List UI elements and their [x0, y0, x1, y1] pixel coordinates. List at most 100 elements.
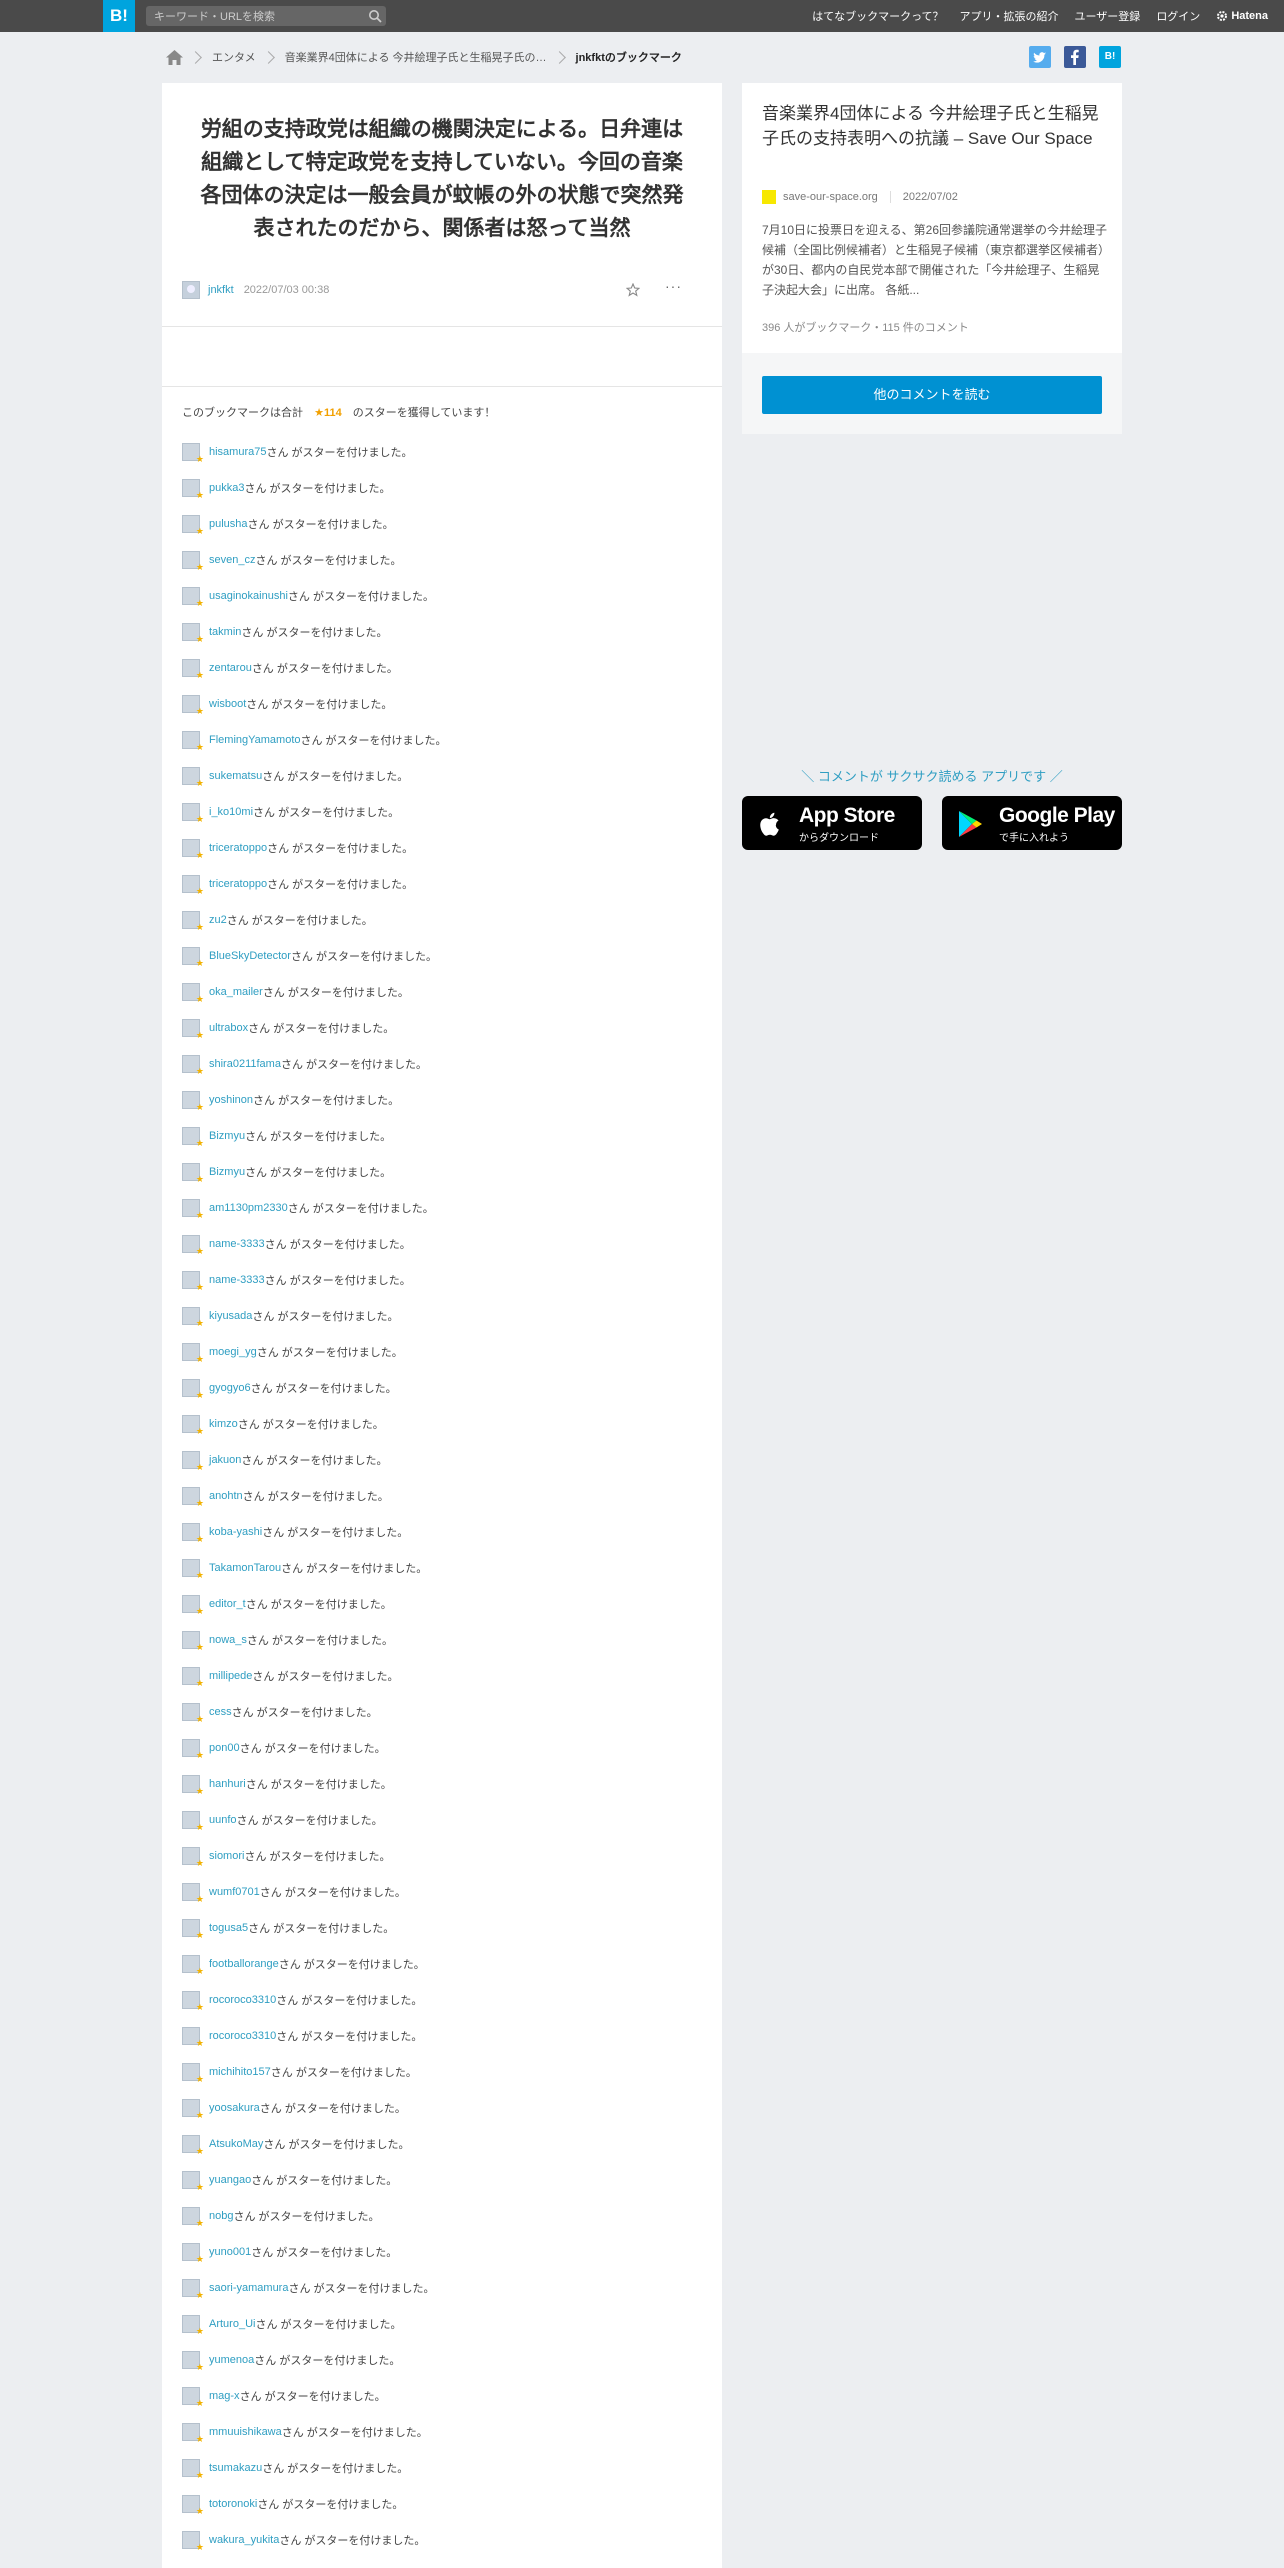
home-icon[interactable]	[166, 49, 183, 65]
avatar[interactable]: ★	[182, 2207, 204, 2228]
avatar[interactable]: ★	[182, 1739, 204, 1760]
read-more-comments-button[interactable]: 他のコメントを読む	[762, 376, 1102, 414]
star-user-link[interactable]: zu2	[209, 914, 227, 926]
star-user-link[interactable]: nobg	[209, 2210, 233, 2222]
avatar[interactable]: ★	[182, 2063, 204, 2084]
star-user-link[interactable]: wisboot	[209, 698, 246, 710]
star-user-link[interactable]: pon00	[209, 1742, 240, 1754]
avatar[interactable]: ★	[182, 1307, 204, 1328]
star-user-link[interactable]: siomori	[209, 1850, 244, 1862]
star-user-link[interactable]: rocoroco3310	[209, 1994, 276, 2006]
avatar[interactable]: ★	[182, 695, 204, 716]
star-user-link[interactable]: AtsukoMay	[209, 2138, 263, 2150]
nav-login[interactable]: ログイン	[1156, 8, 1200, 24]
avatar[interactable]: ★	[182, 1847, 204, 1868]
avatar[interactable]: ★	[182, 2351, 204, 2372]
avatar[interactable]: ★	[182, 1235, 204, 1256]
star-user-link[interactable]: gyogyo6	[209, 1382, 251, 1394]
avatar[interactable]: ★	[182, 1451, 204, 1472]
star-user-link[interactable]: Arturo_Ui	[209, 2318, 255, 2330]
avatar[interactable]: ★	[182, 1667, 204, 1688]
star-user-link[interactable]: yoosakura	[209, 2102, 260, 2114]
star-user-link[interactable]: mag-x	[209, 2390, 240, 2402]
more-options-button[interactable]: ···	[665, 278, 682, 294]
avatar[interactable]: ★	[182, 947, 204, 968]
star-user-link[interactable]: am1130pm2330	[209, 1202, 288, 1214]
google-play-button[interactable]: Google Play で手に入れよう	[942, 796, 1122, 850]
avatar[interactable]: ★	[182, 551, 204, 572]
avatar[interactable]: ★	[182, 515, 204, 536]
search-input[interactable]	[152, 6, 356, 28]
avatar[interactable]: ★	[182, 2135, 204, 2156]
avatar[interactable]: ★	[182, 2315, 204, 2336]
avatar[interactable]: ★	[182, 1919, 204, 1940]
avatar[interactable]: ★	[182, 659, 204, 680]
star-user-link[interactable]: anohtn	[209, 1490, 243, 1502]
star-user-link[interactable]: yuno001	[209, 2246, 251, 2258]
avatar[interactable]: ★	[182, 875, 204, 896]
avatar[interactable]: ★	[182, 1595, 204, 1616]
avatar[interactable]: ★	[182, 983, 204, 1004]
star-user-link[interactable]: Bizmyu	[209, 1130, 245, 1142]
star-user-link[interactable]: oka_mailer	[209, 986, 263, 998]
avatar[interactable]: ★	[182, 767, 204, 788]
star-user-link[interactable]: togusa5	[209, 1922, 248, 1934]
star-user-link[interactable]: footballorange	[209, 1958, 279, 1970]
star-user-link[interactable]: cess	[209, 1706, 232, 1718]
avatar[interactable]: ★	[182, 1559, 204, 1580]
entry-title[interactable]: 音楽業界4団体による 今井絵理子氏と生稲晃子氏の支持表明への抗議 – Save …	[762, 101, 1107, 151]
nav-register[interactable]: ユーザー登録	[1075, 8, 1141, 24]
star-user-link[interactable]: yuangao	[209, 2174, 251, 2186]
star-user-link[interactable]: FlemingYamamoto	[209, 734, 301, 746]
star-user-link[interactable]: TakamonTarou	[209, 1562, 281, 1574]
star-user-link[interactable]: tsumakazu	[209, 2462, 262, 2474]
star-user-link[interactable]: Bizmyu	[209, 1166, 245, 1178]
facebook-share-button[interactable]	[1064, 46, 1086, 68]
star-user-link[interactable]: BlueSkyDetector	[209, 950, 291, 962]
avatar[interactable]: ★	[182, 623, 204, 644]
avatar[interactable]: ★	[182, 1775, 204, 1796]
star-user-link[interactable]: pukka3	[209, 482, 244, 494]
star-user-link[interactable]: jakuon	[209, 1454, 241, 1466]
avatar[interactable]: ★	[182, 1163, 204, 1184]
star-user-link[interactable]: name-3333	[209, 1238, 265, 1250]
avatar[interactable]: ★	[182, 2387, 204, 2408]
avatar[interactable]: ★	[182, 1199, 204, 1220]
avatar[interactable]: ★	[182, 731, 204, 752]
bookmark-user-link[interactable]: jnkfkt	[208, 284, 234, 296]
star-user-link[interactable]: wumf0701	[209, 1886, 260, 1898]
star-user-link[interactable]: hisamura75	[209, 446, 266, 458]
avatar[interactable]: ★	[182, 1271, 204, 1292]
avatar[interactable]: ★	[182, 1019, 204, 1040]
star-user-link[interactable]: takmin	[209, 626, 241, 638]
avatar[interactable]: ★	[182, 1991, 204, 2012]
avatar[interactable]: ★	[182, 803, 204, 824]
avatar[interactable]: ★	[182, 911, 204, 932]
avatar[interactable]: ★	[182, 2099, 204, 2120]
star-user-link[interactable]: totoronoki	[209, 2498, 257, 2510]
star-user-link[interactable]: koba-yashi	[209, 1526, 262, 1538]
app-store-button[interactable]: App Store からダウンロード	[742, 796, 922, 850]
breadcrumb-category[interactable]: エンタメ	[212, 49, 256, 65]
nav-about[interactable]: はてなブックマークって？	[812, 8, 943, 24]
star-user-link[interactable]: ultrabox	[209, 1022, 248, 1034]
star-user-link[interactable]: zentarou	[209, 662, 252, 674]
star-user-link[interactable]: triceratoppo	[209, 842, 267, 854]
star-user-link[interactable]: yumenoa	[209, 2354, 254, 2366]
avatar[interactable]: ★	[182, 2495, 204, 2516]
star-user-link[interactable]: mmuuishikawa	[209, 2426, 282, 2438]
hatena-bookmark-logo[interactable]: B!	[103, 0, 135, 32]
star-user-link[interactable]: name-3333	[209, 1274, 265, 1286]
star-user-link[interactable]: shira0211fama	[209, 1058, 281, 1070]
star-user-link[interactable]: michihito157	[209, 2066, 271, 2078]
twitter-share-button[interactable]	[1029, 46, 1051, 68]
avatar[interactable]: ★	[182, 1955, 204, 1976]
avatar[interactable]: ★	[182, 1127, 204, 1148]
avatar[interactable]: ★	[182, 1523, 204, 1544]
star-user-link[interactable]: kimzo	[209, 1418, 238, 1430]
avatar[interactable]: ★	[182, 1091, 204, 1112]
star-user-link[interactable]: sukematsu	[209, 770, 262, 782]
star-user-link[interactable]: millipede	[209, 1670, 252, 1682]
star-user-link[interactable]: seven_cz	[209, 554, 255, 566]
star-user-link[interactable]: nowa_s	[209, 1634, 247, 1646]
